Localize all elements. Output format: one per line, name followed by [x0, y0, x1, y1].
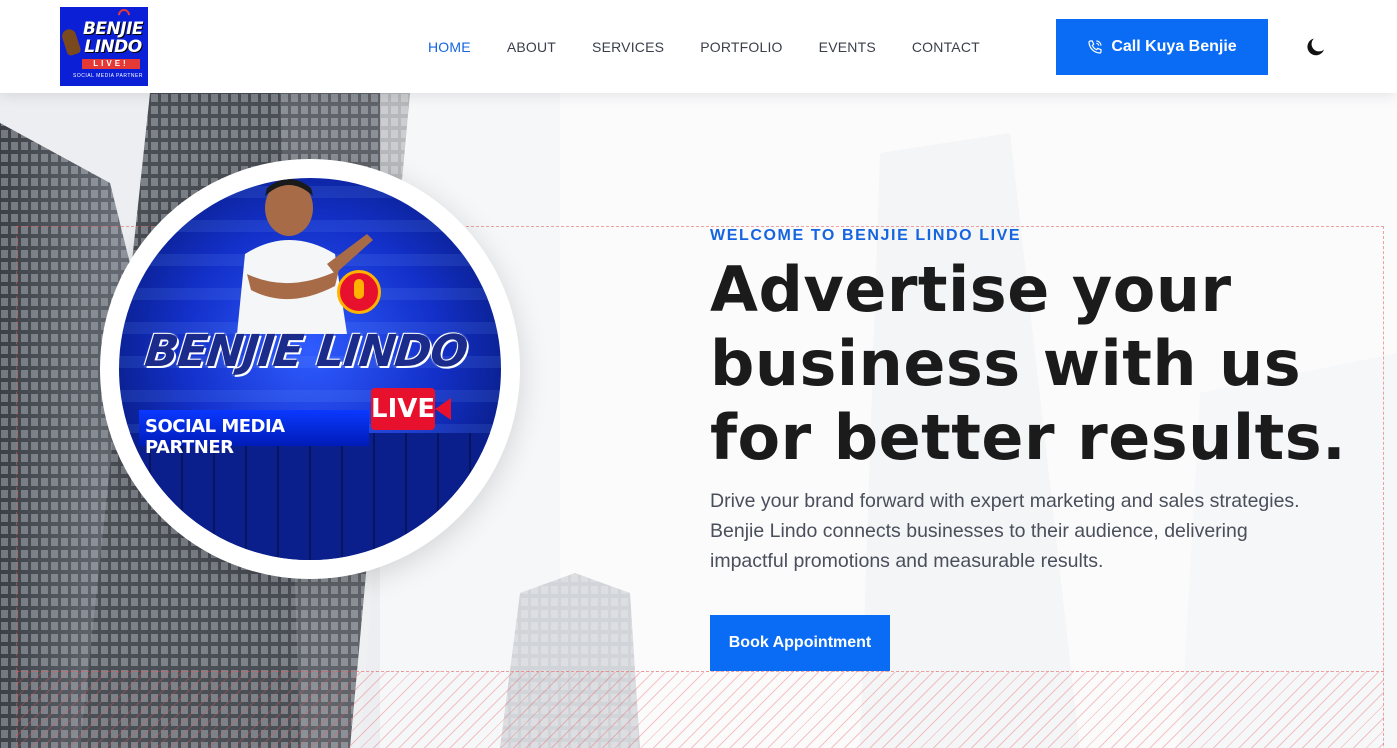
nav-home[interactable]: HOME — [410, 39, 489, 55]
logo-line-4: SOCIAL MEDIA PARTNER — [73, 73, 143, 79]
nav-contact[interactable]: CONTACT — [894, 39, 998, 55]
phone-icon — [1088, 40, 1102, 54]
site-logo[interactable]: BENJIE LINDO LIVE! SOCIAL MEDIA PARTNER — [60, 7, 148, 86]
layout-guide-hatch — [16, 671, 1384, 748]
main-nav: HOME ABOUT SERVICES PORTFOLIO EVENTS CON… — [410, 0, 998, 93]
hero-eyebrow: WELCOME TO BENJIE LINDO LIVE — [710, 227, 1022, 244]
nav-services[interactable]: SERVICES — [574, 39, 682, 55]
call-button-label: Call Kuya Benjie — [1111, 38, 1237, 55]
badge-art: BENJIE LINDO SOCIAL MEDIA PARTNER LIVE — [119, 178, 501, 560]
nav-events[interactable]: EVENTS — [801, 39, 894, 55]
nav-about[interactable]: ABOUT — [489, 39, 574, 55]
logo-line-2: LINDO — [84, 37, 142, 57]
hero-section: BENJIE LINDO SOCIAL MEDIA PARTNER LIVE W… — [0, 93, 1397, 748]
hero-headline: Advertise your business with us for bett… — [710, 253, 1347, 474]
badge-subtitle: SOCIAL MEDIA PARTNER — [145, 416, 285, 458]
camera-icon — [435, 398, 451, 420]
nav-portfolio[interactable]: PORTFOLIO — [682, 39, 800, 55]
logo-line-1: BENJIE — [82, 19, 144, 39]
profile-badge: BENJIE LINDO SOCIAL MEDIA PARTNER LIVE — [100, 159, 520, 579]
badge-title: BENJIE LINDO — [142, 326, 470, 377]
microphone-icon — [337, 270, 381, 314]
logo-line-3: LIVE! — [82, 59, 140, 69]
moon-icon — [1307, 38, 1324, 56]
live-badge: LIVE — [371, 388, 435, 430]
site-header: BENJIE LINDO LIVE! SOCIAL MEDIA PARTNER … — [0, 0, 1397, 93]
call-button[interactable]: Call Kuya Benjie — [1056, 19, 1268, 75]
book-appointment-button[interactable]: Book Appointment — [710, 615, 890, 671]
hero-lead: Drive your brand forward with expert mar… — [710, 490, 1300, 572]
theme-toggle[interactable] — [1304, 35, 1328, 59]
microphone-icon — [60, 27, 82, 57]
